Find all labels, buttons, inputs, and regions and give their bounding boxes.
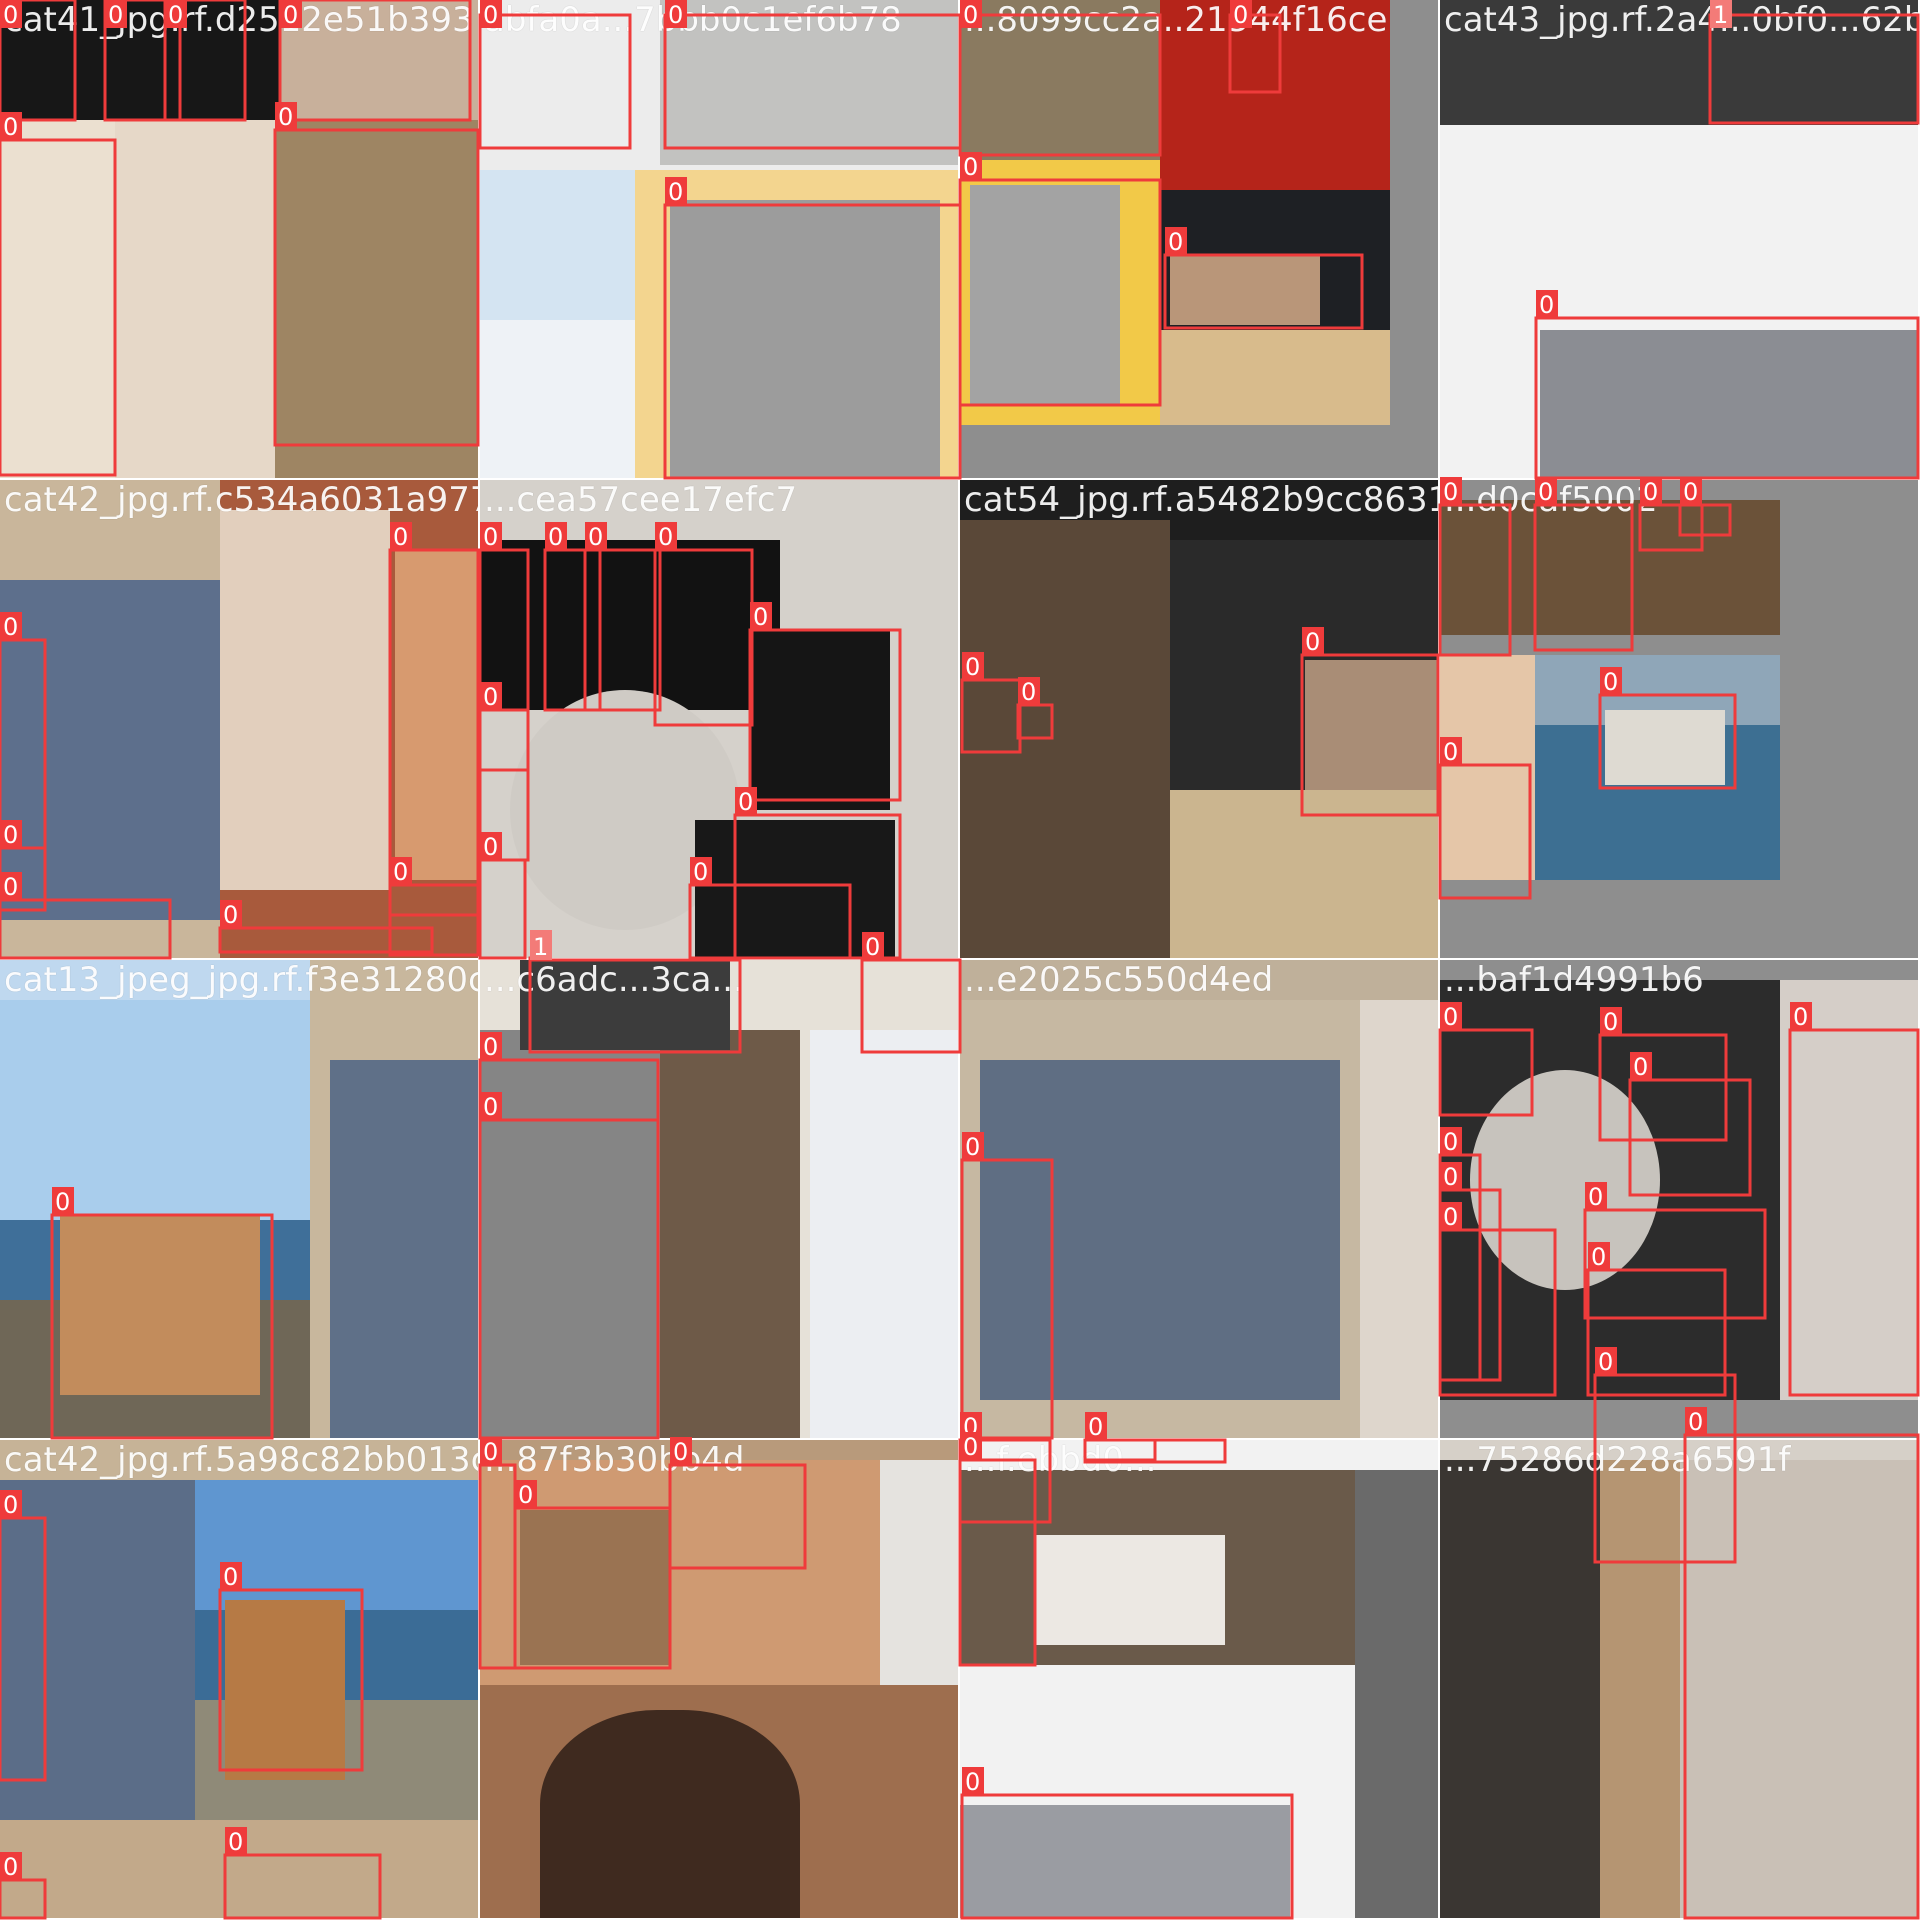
tile-title: cat41_jpg.rf.d2512e51b393 bbox=[4, 0, 474, 40]
image-patch-beige-floor bbox=[1170, 790, 1438, 958]
image-patch-cat-face bbox=[0, 120, 120, 478]
tile-title: cat54_jpg.rf.a5482b9cc86317d6 bbox=[964, 480, 1438, 520]
mosaic-tile-7: cat54_jpg.rf.a5482b9cc86317d6 bbox=[960, 480, 1440, 960]
image-patch-beige-floor bbox=[1160, 330, 1390, 425]
image-patch-grey-tabby bbox=[480, 1030, 660, 1438]
image-patch-grey-cat bbox=[960, 1805, 1290, 1918]
mosaic-tile-9: cat13_jpeg_jpg.rf.f3e31280c4 bbox=[0, 960, 480, 1440]
mosaic-tile-4: cat43_jpg.rf.2a4...0bf0...62b4 bbox=[1440, 0, 1920, 480]
image-patch-sleeping-cat bbox=[1170, 255, 1320, 325]
image-patch-white-rug bbox=[1470, 1070, 1660, 1290]
image-patch-orange-cat bbox=[395, 550, 478, 880]
tile-title: cat42_jpg.rf.c534a6031a9775 bbox=[4, 480, 480, 520]
image-patch-orange-cat bbox=[60, 1215, 260, 1395]
image-patch-black-cats bbox=[480, 540, 780, 710]
image-patch-wood bbox=[1600, 1460, 1680, 1918]
image-patch-grey-kitten bbox=[670, 200, 940, 478]
image-person-denim bbox=[0, 1480, 195, 1820]
image-patch-white-cups bbox=[1035, 1535, 1225, 1645]
image-patch-light-right bbox=[1360, 1000, 1438, 1438]
image-person-denim bbox=[0, 580, 220, 920]
mosaic-tile-10: ...c6adc...3ca... bbox=[480, 960, 960, 1440]
mosaic-tile-12: ...baf1d4991b6 bbox=[1440, 960, 1920, 1440]
image-patch-wood-door bbox=[660, 1030, 800, 1438]
tile-title: ...87f3b30bb4d bbox=[484, 1440, 745, 1480]
mosaic-tile-14: ...87f3b30bb4d bbox=[480, 1440, 960, 1920]
tile-title: abfa0a...7bbb0c1ef6b78 bbox=[484, 0, 902, 40]
image-patch-cats-bowls bbox=[1440, 500, 1780, 635]
tile-title: ...e2025c550d4ed bbox=[964, 960, 1274, 1000]
mosaic-tile-5: cat42_jpg.rf.c534a6031a9775 bbox=[0, 480, 480, 960]
tile-title: ...cea57cee17efc7 bbox=[484, 480, 798, 520]
image-patch-black-cat bbox=[750, 630, 890, 810]
mosaic-tile-11: ...e2025c550d4ed bbox=[960, 960, 1440, 1440]
image-patch-paw bbox=[1780, 980, 1918, 1400]
image-patch-snow bbox=[810, 1030, 958, 1438]
image-patch-tabby-kitten bbox=[520, 1510, 670, 1665]
mosaic-tile-3: ...8099cc2a..21544f16ce bbox=[960, 0, 1440, 480]
image-patch-sleeping-cat bbox=[1305, 660, 1438, 790]
image-person-head bbox=[540, 1710, 800, 1918]
mosaic-tile-15: ...f.ebbd0... bbox=[960, 1440, 1440, 1920]
image-patch-coast bbox=[1355, 1470, 1438, 1918]
image-person-woman bbox=[220, 510, 390, 890]
mosaic-tile-2: abfa0a...7bbb0c1ef6b78 bbox=[480, 0, 960, 480]
tile-title: ...8099cc2a..21544f16ce bbox=[964, 0, 1388, 40]
image-patch-sky bbox=[0, 1000, 310, 1220]
tile-title: cat43_jpg.rf.2a4...0bf0...62b4 bbox=[1444, 0, 1920, 40]
mosaic-tile-13: cat42_jpg.rf.5a98c82bb013c bbox=[0, 1440, 480, 1920]
tile-title: ...f.ebbd0... bbox=[964, 1440, 1157, 1480]
image-patch-right-light bbox=[880, 1460, 958, 1685]
image-patch-snow bbox=[480, 320, 635, 478]
image-patch-black-cat-bottom bbox=[695, 820, 895, 958]
tile-title: ...c6adc...3ca... bbox=[484, 960, 744, 1000]
image-patch-cat-chest bbox=[1680, 1460, 1918, 1918]
image-person-denim bbox=[330, 1060, 478, 1438]
image-patch-jumping-cat bbox=[1605, 710, 1725, 785]
image-patch-orange-cat bbox=[225, 1600, 345, 1780]
tile-title: cat13_jpeg_jpg.rf.f3e31280c4 bbox=[4, 960, 480, 1000]
image-person-denim bbox=[980, 1060, 1340, 1400]
mosaic-tile-1: cat41_jpg.rf.d2512e51b393 bbox=[0, 0, 480, 480]
image-patch-sleeping-grey-cat bbox=[1540, 330, 1918, 478]
detection-mosaic: cat41_jpg.rf.d2512e51b393 abfa0a...7bbb0… bbox=[0, 0, 1920, 1920]
image-patch-room bbox=[960, 520, 1170, 958]
image-patch-carpet-bottom bbox=[0, 1820, 478, 1918]
tile-title: cat42_jpg.rf.5a98c82bb013c bbox=[4, 1440, 480, 1480]
mosaic-tile-16: ...75286d228a6591f bbox=[1440, 1440, 1920, 1920]
tile-title: ...d0caf5002 bbox=[1444, 480, 1658, 520]
image-person-hair bbox=[1440, 1460, 1600, 1918]
image-patch-grey-kitten bbox=[970, 185, 1120, 405]
image-patch-tabby-cat bbox=[275, 120, 478, 478]
mosaic-tile-6: ...cea57cee17efc7 bbox=[480, 480, 960, 960]
tile-title: ...baf1d4991b6 bbox=[1444, 960, 1704, 1000]
image-person-man bbox=[1440, 655, 1535, 880]
image-person-woman bbox=[115, 120, 275, 478]
tile-title: ...75286d228a6591f bbox=[1444, 1440, 1791, 1480]
mosaic-tile-8: ...d0caf5002 bbox=[1440, 480, 1920, 960]
